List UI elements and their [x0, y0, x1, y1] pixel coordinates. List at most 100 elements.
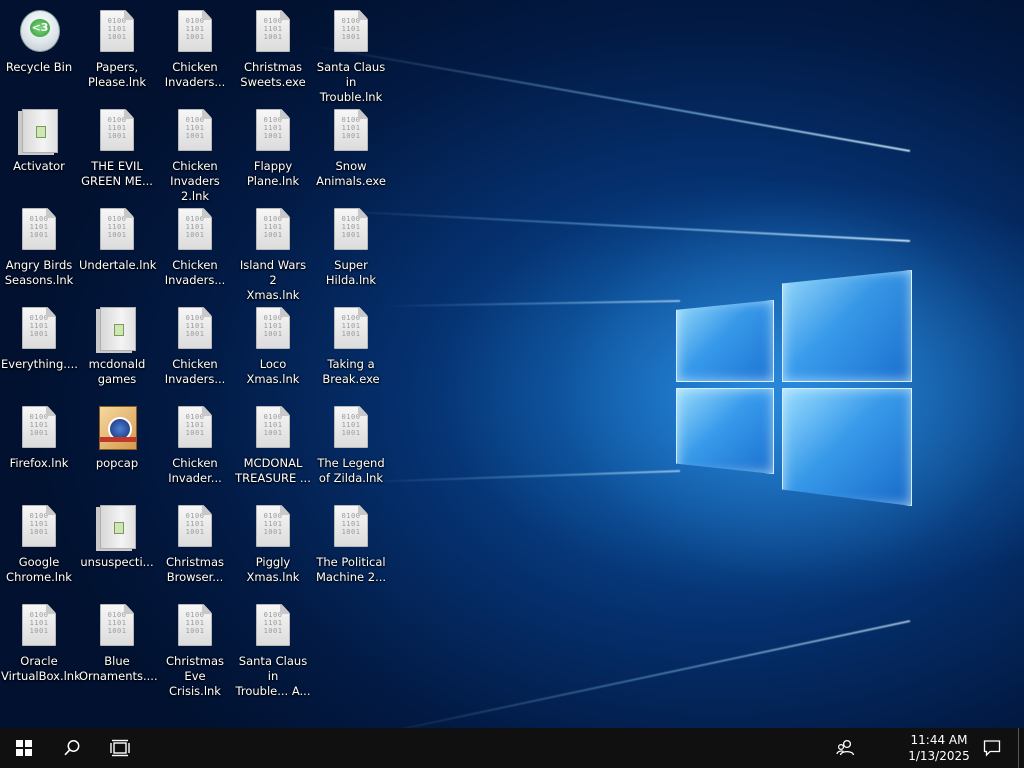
clock-date: 1/13/2025 — [908, 749, 970, 763]
desktop-icon-label: Piggly Xmas.lnk — [246, 555, 300, 584]
folder-icon — [19, 109, 59, 153]
desktop-icon[interactable]: 0100 1101 1001 Santa Claus in Trouble... A.… — [235, 598, 311, 698]
file-icon: 0100 1101 1001 — [97, 10, 137, 54]
desktop-icon-label: Chicken Invaders... — [164, 258, 226, 287]
desktop-icon-label: Chicken Invaders... — [164, 357, 226, 386]
file-icon: 0100 1101 1001 — [253, 406, 293, 450]
desktop-icon-label: Santa Claus in Trouble.lnk — [316, 60, 386, 104]
file-icon: 0100 1101 1001 — [253, 208, 293, 252]
file-icon: 0100 1101 1001 — [253, 307, 293, 351]
system-clock[interactable]: 11:44 AM 1/13/2025 — [900, 728, 978, 768]
file-icon: 0100 1101 1001 — [331, 208, 371, 252]
file-icon: 0100 1101 1001 — [253, 604, 293, 648]
desktop-icon-label: Christmas Browser... — [166, 555, 224, 584]
file-icon: 0100 1101 1001 — [19, 604, 59, 648]
desktop-icon[interactable]: 0100 1101 1001 Undertale.lnk — [79, 202, 157, 294]
desktop-icon[interactable]: 0100 1101 1001 Snow Animals.exe — [313, 103, 389, 195]
logo-pane-bottom-right — [782, 388, 912, 506]
desktop-icon[interactable]: 0100 1101 1001 Christmas Sweets.exe — [235, 4, 311, 96]
desktop-icon[interactable]: 0100 1101 1001 Christmas Eve Crisis.lnk — [157, 598, 233, 698]
desktop-icon-label: mcdonald games — [88, 357, 146, 386]
desktop-icon-label: Google Chrome.lnk — [6, 555, 72, 584]
file-icon: 0100 1101 1001 — [331, 505, 371, 549]
desktop-icon-label: Everything.... — [1, 357, 78, 371]
desktop-icon[interactable]: 0100 1101 1001 Christmas Browser... — [157, 499, 233, 591]
file-icon: 0100 1101 1001 — [253, 10, 293, 54]
file-icon: 0100 1101 1001 — [175, 307, 215, 351]
desktop-icon-label: Snow Animals.exe — [316, 159, 386, 188]
desktop-icon[interactable]: <3 Recycle Bin — [1, 4, 77, 96]
desktop-icon[interactable]: Activator — [1, 103, 77, 195]
desktop-icon[interactable]: 0100 1101 1001 Flappy Plane.lnk — [235, 103, 311, 195]
desktop-icon-label: The Political Machine 2... — [315, 555, 387, 584]
wallpaper-beam — [352, 620, 911, 728]
desktop-icon[interactable]: 0100 1101 1001 The Legend of Zilda.lnk — [313, 400, 389, 492]
desktop-icon[interactable]: 0100 1101 1001 Piggly Xmas.lnk — [235, 499, 311, 591]
desktop-icon[interactable]: 0100 1101 1001 Loco Xmas.lnk — [235, 301, 311, 393]
show-desktop-button[interactable] — [1018, 728, 1024, 768]
desktop-icon[interactable]: 0100 1101 1001 The Political Machine 2... — [313, 499, 389, 591]
desktop-icon[interactable]: 0100 1101 1001 Chicken Invader... — [157, 400, 233, 492]
clock-time: 11:44 AM — [910, 733, 968, 747]
desktop-icon[interactable]: mcdonald games — [79, 301, 155, 393]
folder-icon — [97, 505, 137, 549]
file-icon: 0100 1101 1001 — [331, 10, 371, 54]
desktop-icon[interactable]: 0100 1101 1001 Santa Claus in Trouble.lnk — [313, 4, 389, 104]
file-icon: 0100 1101 1001 — [331, 109, 371, 153]
desktop-icon-label: unsuspecti... — [80, 555, 154, 569]
windows-logo-icon — [16, 740, 32, 756]
desktop-icon-label: Oracle VirtualBox.lnk — [1, 654, 81, 683]
people-icon — [836, 739, 855, 756]
action-center-icon — [983, 740, 1001, 757]
file-icon: 0100 1101 1001 — [19, 406, 59, 450]
desktop-icon[interactable]: 0100 1101 1001 Everything.... — [1, 301, 78, 393]
desktop-icon-label: Undertale.lnk — [79, 258, 157, 272]
desktop-icon[interactable]: 0100 1101 1001 Chicken Invaders... — [157, 301, 233, 393]
desktop-icon[interactable]: 0100 1101 1001 Oracle VirtualBox.lnk — [1, 598, 81, 690]
desktop-icon[interactable]: 0100 1101 1001 MCDONAL TREASURE ... — [235, 400, 311, 492]
file-icon: 0100 1101 1001 — [175, 604, 215, 648]
file-icon: 0100 1101 1001 — [175, 10, 215, 54]
desktop-icon[interactable]: 0100 1101 1001 Google Chrome.lnk — [1, 499, 77, 591]
desktop-icon[interactable]: 0100 1101 1001 Chicken Invaders 2.lnk — [157, 103, 233, 203]
desktop-icon[interactable]: 0100 1101 1001 Island Wars 2 Xmas.lnk — [235, 202, 311, 302]
recycle-bin-icon: <3 — [19, 10, 60, 54]
file-icon: 0100 1101 1001 — [253, 109, 293, 153]
desktop[interactable]: <3 Recycle Bin Activator 0100 1101 1001 Angry … — [0, 0, 1024, 728]
desktop-icon[interactable]: 0100 1101 1001 Papers, Please.lnk — [79, 4, 155, 96]
wallpaper-windows-logo — [668, 262, 918, 512]
desktop-icon-label: THE EVIL GREEN ME... — [81, 159, 153, 188]
desktop-icon[interactable]: 0100 1101 1001 Chicken Invaders... — [157, 202, 233, 294]
file-icon: 0100 1101 1001 — [97, 109, 137, 153]
file-icon: 0100 1101 1001 — [253, 505, 293, 549]
desktop-icon[interactable]: 0100 1101 1001 Angry Birds Seasons.lnk — [1, 202, 77, 294]
search-icon — [64, 740, 80, 756]
logo-pane-bottom-left — [676, 388, 774, 474]
desktop-icon-label: Firefox.lnk — [9, 456, 69, 470]
action-center-button[interactable] — [976, 728, 1008, 768]
desktop-icon-label: Activator — [13, 159, 65, 173]
file-icon: 0100 1101 1001 — [97, 208, 137, 252]
desktop-icon[interactable]: 0100 1101 1001 Firefox.lnk — [1, 400, 77, 492]
desktop-icon[interactable]: 0100 1101 1001 Taking a Break.exe — [313, 301, 389, 393]
file-icon: 0100 1101 1001 — [331, 307, 371, 351]
desktop-icon[interactable]: 0100 1101 1001 Super Hilda.lnk — [313, 202, 389, 294]
task-view-button[interactable] — [96, 728, 144, 768]
people-button[interactable] — [826, 728, 866, 768]
desktop-icon-label: popcap — [95, 456, 139, 470]
desktop-icon[interactable]: unsuspecti... — [79, 499, 155, 591]
desktop-icon-label: Loco Xmas.lnk — [246, 357, 300, 386]
wallpaper-beam — [309, 44, 911, 152]
start-button[interactable] — [0, 728, 48, 768]
desktop-icon[interactable]: popcap — [79, 400, 155, 492]
desktop-icon[interactable]: 0100 1101 1001 THE EVIL GREEN ME... — [79, 103, 155, 195]
desktop-icon[interactable]: 0100 1101 1001 Blue Ornaments.... — [79, 598, 158, 690]
desktop-icon[interactable]: 0100 1101 1001 Chicken Invaders... — [157, 4, 233, 96]
file-icon: 0100 1101 1001 — [19, 505, 59, 549]
desktop-icon-label: MCDONAL TREASURE ... — [235, 456, 311, 485]
folder-icon — [97, 307, 137, 351]
file-icon: 0100 1101 1001 — [175, 109, 215, 153]
popcap-icon — [97, 406, 137, 450]
desktop-icon-label: Super Hilda.lnk — [325, 258, 377, 287]
search-button[interactable] — [48, 728, 96, 768]
